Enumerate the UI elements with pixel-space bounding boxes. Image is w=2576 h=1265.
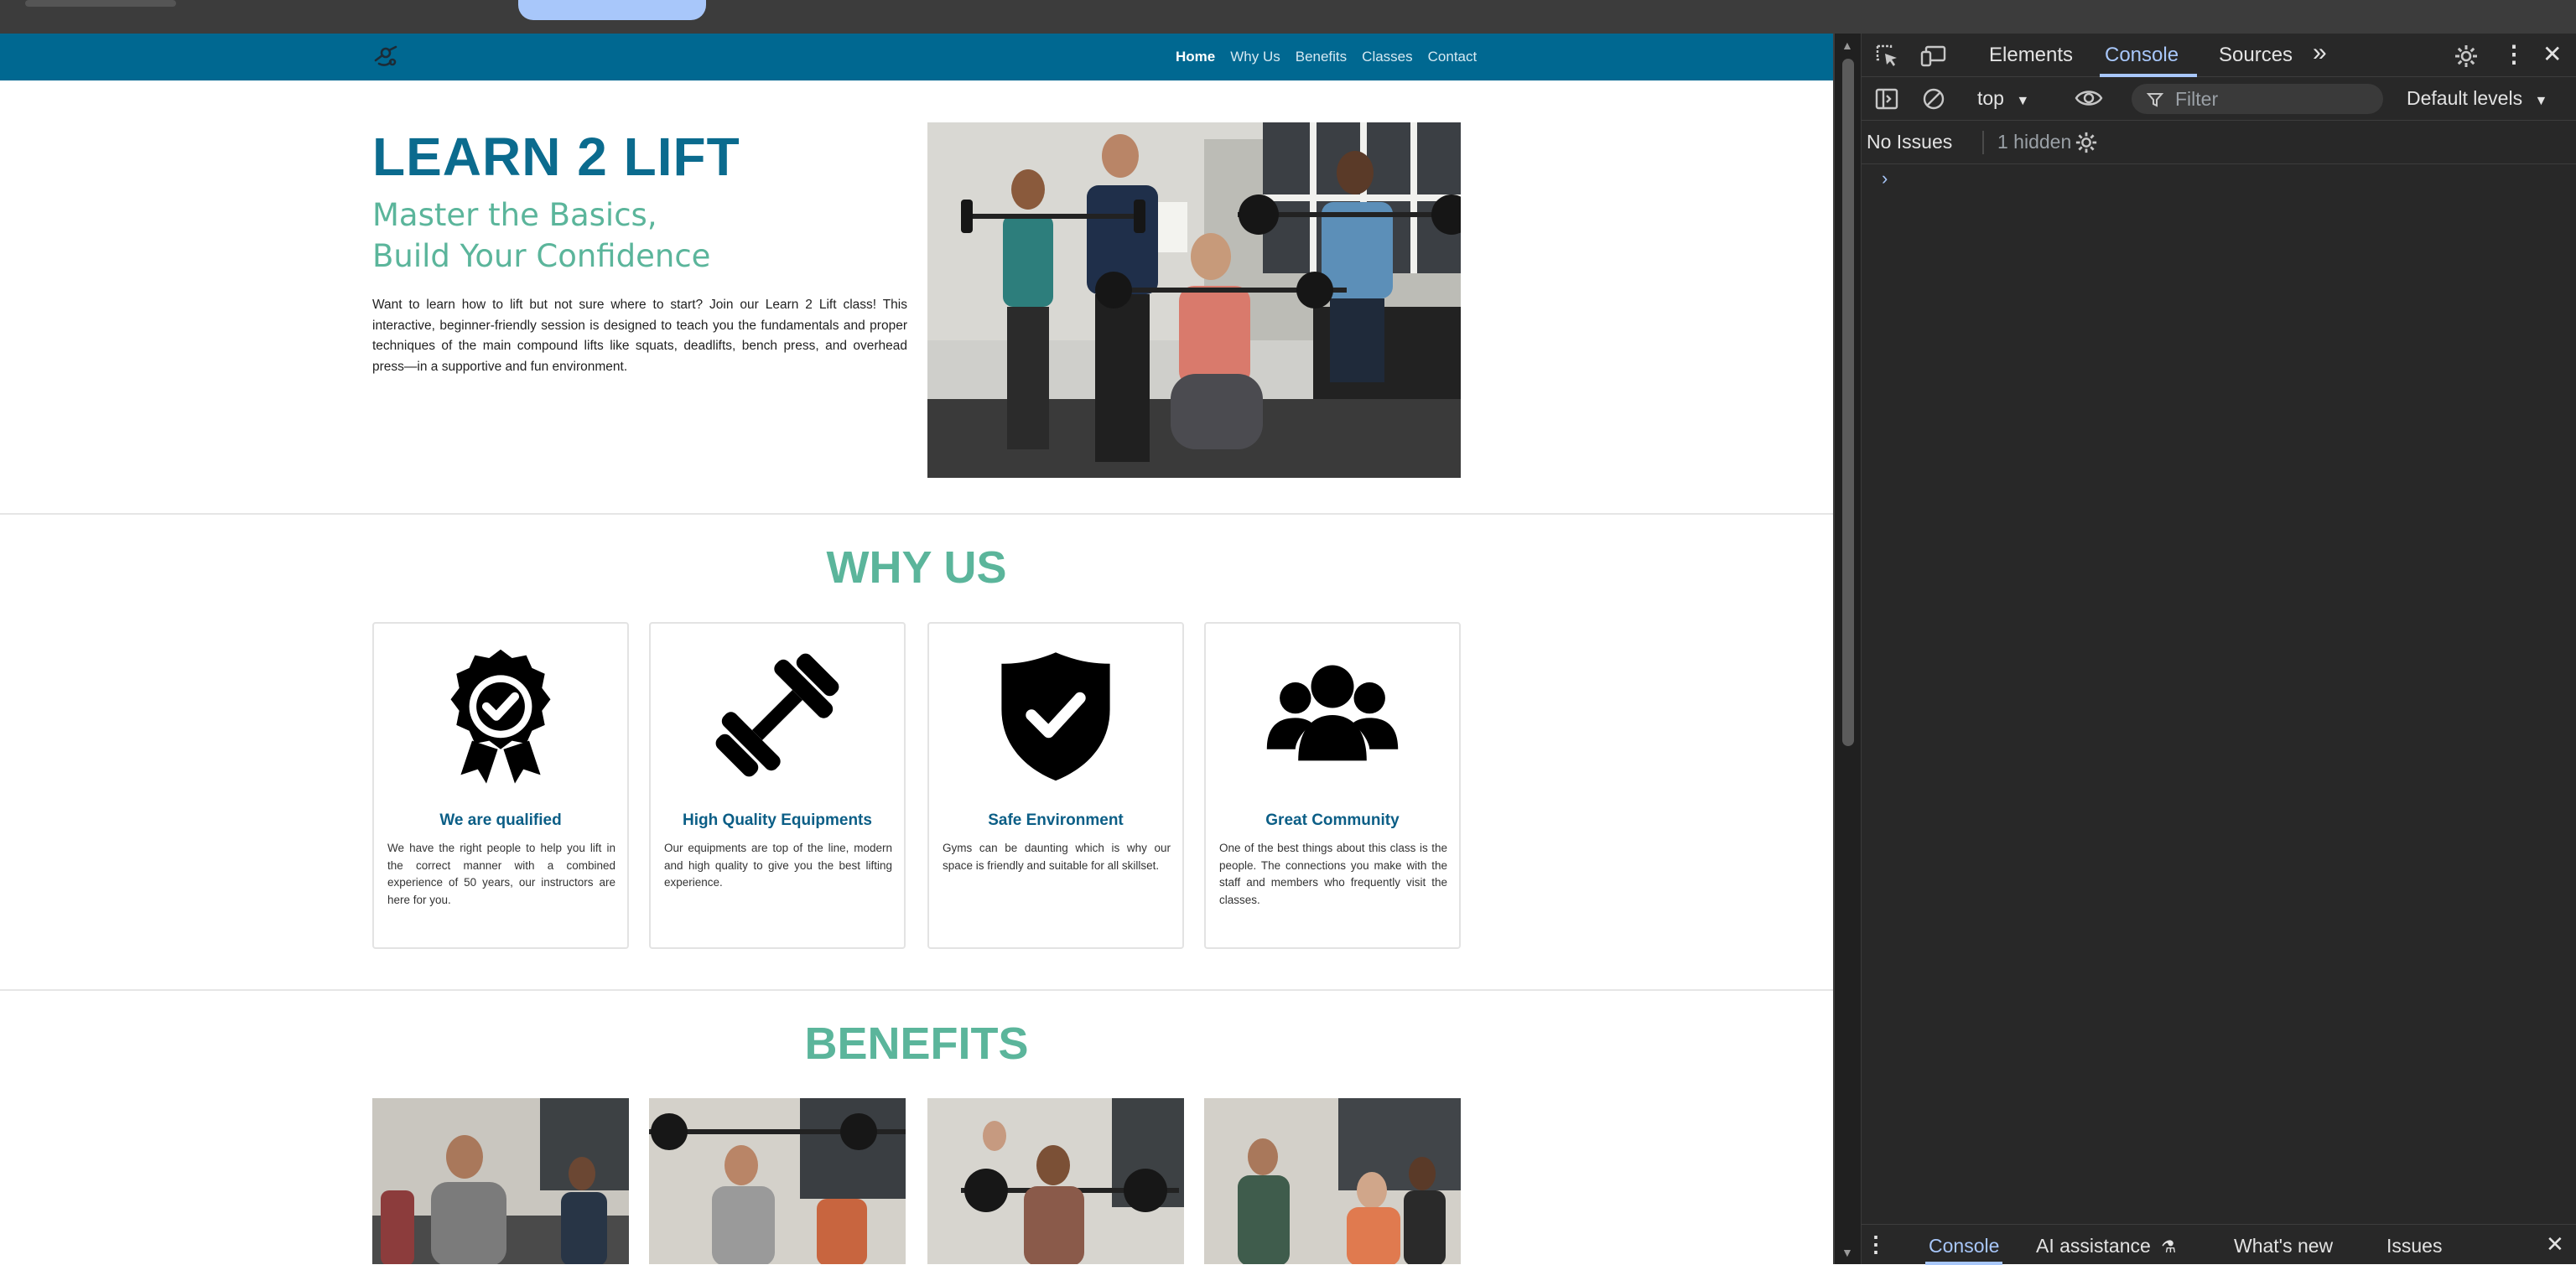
drawer-kebab-icon[interactable]: ⋮: [1865, 1231, 1887, 1257]
inspect-element-icon[interactable]: [1875, 44, 1900, 69]
nav-link-home[interactable]: Home: [1176, 45, 1215, 69]
sidebar-toggle-icon[interactable]: [1875, 87, 1898, 111]
devtools-panel: ▲ ▼ Elements Console Sources » ⋮ ✕ top ▼…: [1833, 34, 2576, 1265]
log-levels-dropdown[interactable]: Default levels ▼: [2407, 87, 2547, 110]
log-levels-value: Default levels: [2407, 87, 2523, 109]
scrollbar-thumb[interactable]: [1842, 59, 1854, 746]
device-toolbar-icon[interactable]: [1920, 44, 1947, 69]
scroll-up-arrow-icon[interactable]: ▲: [1841, 39, 1853, 52]
devtools-drawer-tabs: ⋮ Console AI assistance ⚗ What's new Iss…: [1862, 1224, 2576, 1265]
card-text: Our equipments are top of the line, mode…: [664, 842, 892, 889]
more-options-kebab-icon[interactable]: ⋮: [2502, 40, 2526, 68]
drawer-active-underline: [1925, 1262, 2002, 1265]
page-scrollbar[interactable]: ▲ ▼: [1835, 34, 1862, 1264]
card-title: Great Community: [1265, 811, 1400, 829]
lifting-logo-icon[interactable]: [372, 44, 399, 70]
drawer-tab-ai-assistance[interactable]: AI assistance ⚗: [2036, 1235, 2176, 1257]
site-navbar: Home Why Us Benefits Classes Contact: [0, 34, 1833, 80]
shield-check-icon: [1001, 652, 1110, 781]
nav-link-classes[interactable]: Classes: [1362, 45, 1412, 69]
context-selector-value: top: [1977, 87, 2004, 109]
active-tab-pill[interactable]: [518, 0, 706, 20]
close-devtools-icon[interactable]: ✕: [2542, 40, 2562, 68]
why-card-community: Great Community One of the best things a…: [1204, 622, 1461, 949]
browser-top-strip: [0, 0, 2576, 34]
hidden-issues-count[interactable]: 1 hidden: [1997, 131, 2071, 153]
chevron-down-icon: ▼: [2016, 94, 2030, 108]
live-expression-eye-icon[interactable]: [2075, 87, 2103, 109]
hero-description: Want to learn how to lift but not sure w…: [372, 298, 907, 374]
award-badge-icon: [450, 649, 551, 784]
context-selector[interactable]: top ▼: [1977, 87, 2029, 110]
tab-strip-placeholder: [25, 0, 176, 7]
why-card-safe: Safe Environment Gyms can be daunting wh…: [927, 622, 1184, 949]
more-tabs-chevron-icon[interactable]: »: [2313, 39, 2327, 67]
hero-title: LEARN 2 LIFT: [372, 127, 740, 187]
users-icon: [1266, 665, 1399, 761]
dumbbell-icon: [715, 653, 839, 777]
drawer-tab-whats-new[interactable]: What's new: [2234, 1235, 2333, 1257]
drawer-tab-ai-assistance-label: AI assistance: [2036, 1235, 2151, 1257]
hero-subtitle: Master the Basics, Build Your Confidence: [372, 194, 909, 277]
card-text: We have the right people to help you lif…: [387, 842, 615, 906]
section-divider: [0, 989, 1833, 991]
benefit-photo-1: [372, 1098, 629, 1264]
tab-sources[interactable]: Sources: [2219, 44, 2293, 67]
hero-subtitle-line-2: Build Your Confidence: [372, 238, 711, 274]
why-card-qualified: We are qualified We have the right peopl…: [372, 622, 629, 949]
tab-console[interactable]: Console: [2105, 44, 2179, 67]
nav-link-benefits[interactable]: Benefits: [1296, 45, 1347, 69]
nav-links: Home Why Us Benefits Classes Contact: [1176, 45, 1492, 69]
benefit-photo-2: [649, 1098, 906, 1264]
benefit-photo-3: [927, 1098, 1184, 1264]
filter-funnel-icon: [2147, 93, 2163, 107]
card-text: Gyms can be daunting which is why our sp…: [943, 842, 1171, 872]
filter-placeholder: Filter: [2175, 88, 2219, 110]
issues-count[interactable]: No Issues: [1867, 131, 1952, 153]
filter-input[interactable]: Filter: [2132, 84, 2383, 114]
hero-subtitle-line-1: Master the Basics,: [372, 197, 657, 233]
console-toolbar: top ▼ Filter Default levels ▼: [1862, 77, 2576, 121]
card-title: Safe Environment: [988, 811, 1124, 829]
tab-elements[interactable]: Elements: [1989, 44, 2073, 67]
clear-console-icon[interactable]: [1922, 87, 1945, 111]
card-title: We are qualified: [439, 811, 562, 829]
console-settings-gear-icon[interactable]: [2075, 131, 2098, 154]
flask-icon: ⚗: [2161, 1238, 2177, 1257]
nav-link-why-us[interactable]: Why Us: [1230, 45, 1280, 69]
why-us-title: WHY US: [826, 542, 1007, 593]
issues-separator: [1982, 131, 1984, 154]
why-card-equipment: High Quality Equipments Our equipments a…: [649, 622, 906, 949]
scroll-down-arrow-icon[interactable]: ▼: [1841, 1246, 1853, 1259]
benefit-photo-4: [1204, 1098, 1461, 1264]
benefits-title: BENEFITS: [804, 1019, 1029, 1069]
website-viewport: Home Why Us Benefits Classes Contact LEA…: [0, 34, 1833, 1264]
drawer-tab-console[interactable]: Console: [1929, 1235, 1999, 1257]
chevron-down-icon: ▼: [2534, 94, 2548, 108]
issues-bar: No Issues 1 hidden: [1862, 121, 2576, 164]
card-text: One of the best things about this class …: [1219, 842, 1447, 906]
drawer-tab-issues[interactable]: Issues: [2386, 1235, 2442, 1257]
close-drawer-icon[interactable]: ✕: [2546, 1231, 2564, 1257]
nav-link-contact[interactable]: Contact: [1428, 45, 1478, 69]
hero-photo: [927, 122, 1461, 478]
card-title: High Quality Equipments: [683, 811, 872, 829]
devtools-tabbar: Elements Console Sources » ⋮ ✕: [1862, 34, 2576, 77]
settings-gear-icon[interactable]: [2454, 44, 2479, 69]
console-prompt-chevron-icon[interactable]: ›: [1882, 168, 1888, 189]
section-divider: [0, 513, 1833, 515]
